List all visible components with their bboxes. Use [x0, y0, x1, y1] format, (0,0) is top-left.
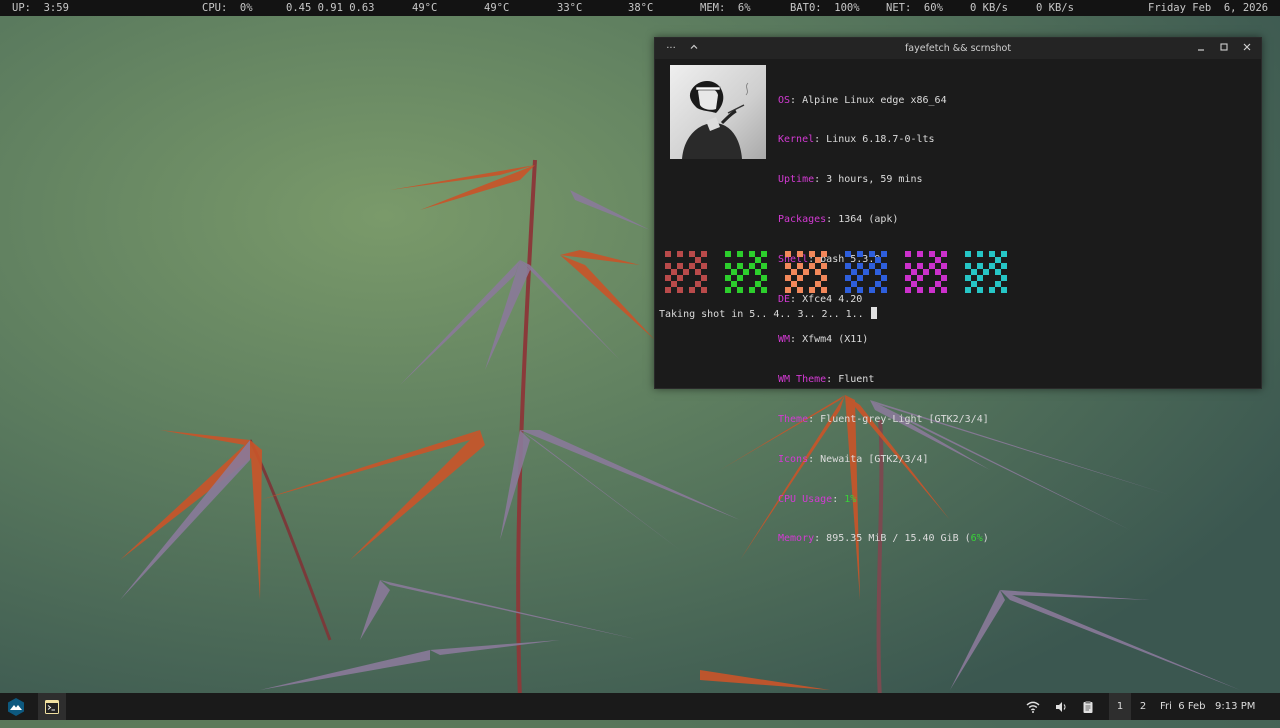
fetch-logo-image: [670, 65, 766, 159]
info-de: DE: Xfce4 4.20: [778, 294, 863, 306]
date-readout: Friday Feb 6, 2026: [1148, 2, 1269, 14]
prompt-text: Taking shot in 5.. 4.. 3.. 2.. 1..: [659, 309, 870, 320]
clipboard-icon: [1083, 701, 1093, 713]
terminal-content[interactable]: OS: Alpine Linux edge x86_64 Kernel: Lin…: [655, 59, 1261, 544]
memory-readout: MEM: 6%: [700, 2, 751, 14]
temp-2: 49°C: [484, 2, 510, 14]
cpu-readout: CPU: 0%: [202, 2, 253, 14]
temp-3: 33°C: [557, 2, 583, 14]
terminal-prompt-line: Taking shot in 5.. 4.. 3.. 2.. 1..: [659, 307, 877, 320]
color-block-1: [665, 251, 707, 293]
maximize-button[interactable]: [1216, 38, 1232, 59]
close-button[interactable]: [1239, 38, 1255, 59]
info-uptime: Uptime: 3 hours, 59 mins: [778, 174, 923, 186]
panel-clock[interactable]: Fri 6 Feb 9:13 PM: [1160, 693, 1255, 720]
taskbar-terminal-button[interactable]: [38, 693, 66, 720]
info-wm-theme: WM Theme: Fluent: [778, 373, 875, 385]
temp-1: 49°C: [412, 2, 438, 14]
color-block-4: [845, 251, 887, 293]
info-os: OS: Alpine Linux edge x86_64: [778, 94, 947, 106]
load-average: 0.45 0.91 0.63: [286, 2, 375, 14]
battery-readout: BAT0: 100%: [790, 2, 860, 14]
text-cursor: [870, 307, 877, 319]
volume-icon: [1056, 702, 1066, 712]
download-rate: 0 KB/s: [970, 2, 1008, 14]
wifi-icon: [1026, 701, 1040, 713]
network-readout: NET: 60%: [886, 2, 943, 14]
color-block-3: [785, 251, 827, 293]
volume-button[interactable]: [1054, 693, 1072, 720]
top-status-bar: UP: 3:59 CPU: 0% 0.45 0.91 0.63 49°C 49°…: [0, 0, 1280, 16]
app-menu-button[interactable]: [6, 693, 28, 720]
minimize-button[interactable]: [1193, 38, 1209, 59]
color-blocks: [665, 251, 1025, 295]
clipboard-button[interactable]: [1082, 693, 1098, 720]
close-icon: [1243, 43, 1251, 51]
color-block-6: [965, 251, 1007, 293]
temp-4: 38°C: [628, 2, 654, 14]
terminal-titlebar[interactable]: ··· fayefetch && scrnshot: [655, 38, 1261, 59]
workspace-2-button[interactable]: 2: [1132, 693, 1154, 720]
bottom-panel: 1 2 Fri 6 Feb 9:13 PM: [0, 693, 1280, 720]
terminal-icon: [45, 700, 59, 714]
window-title: fayefetch && scrnshot: [904, 43, 1012, 54]
info-packages: Packages: 1364 (apk): [778, 214, 899, 226]
maximize-icon: [1220, 43, 1228, 51]
color-block-2: [725, 251, 767, 293]
workspace-1-button[interactable]: 1: [1109, 693, 1131, 720]
info-kernel: Kernel: Linux 6.18.7-0-lts: [778, 134, 935, 146]
terminal-window[interactable]: ··· fayefetch && scrnshot OS: Alpine Lin…: [654, 37, 1262, 544]
info-icons: Icons: Newaita [GTK2/3/4]: [778, 453, 929, 465]
upload-rate: 0 KB/s: [1036, 2, 1074, 14]
alpine-logo-icon: [8, 698, 24, 716]
info-theme: Theme: Fluent-grey-Light [GTK2/3/4]: [778, 413, 989, 425]
anime-character-icon: [682, 80, 749, 159]
uptime-readout: UP: 3:59: [12, 2, 69, 14]
info-memory: Memory: 895.35 MiB / 15.40 GiB (6%): [778, 533, 989, 545]
info-wm: WM: Xfwm4 (X11): [778, 333, 869, 345]
color-block-5: [905, 251, 947, 293]
minimize-icon: [1198, 49, 1204, 51]
wifi-button[interactable]: [1026, 693, 1044, 720]
info-cpu-usage: CPU Usage: 1%: [778, 493, 857, 505]
